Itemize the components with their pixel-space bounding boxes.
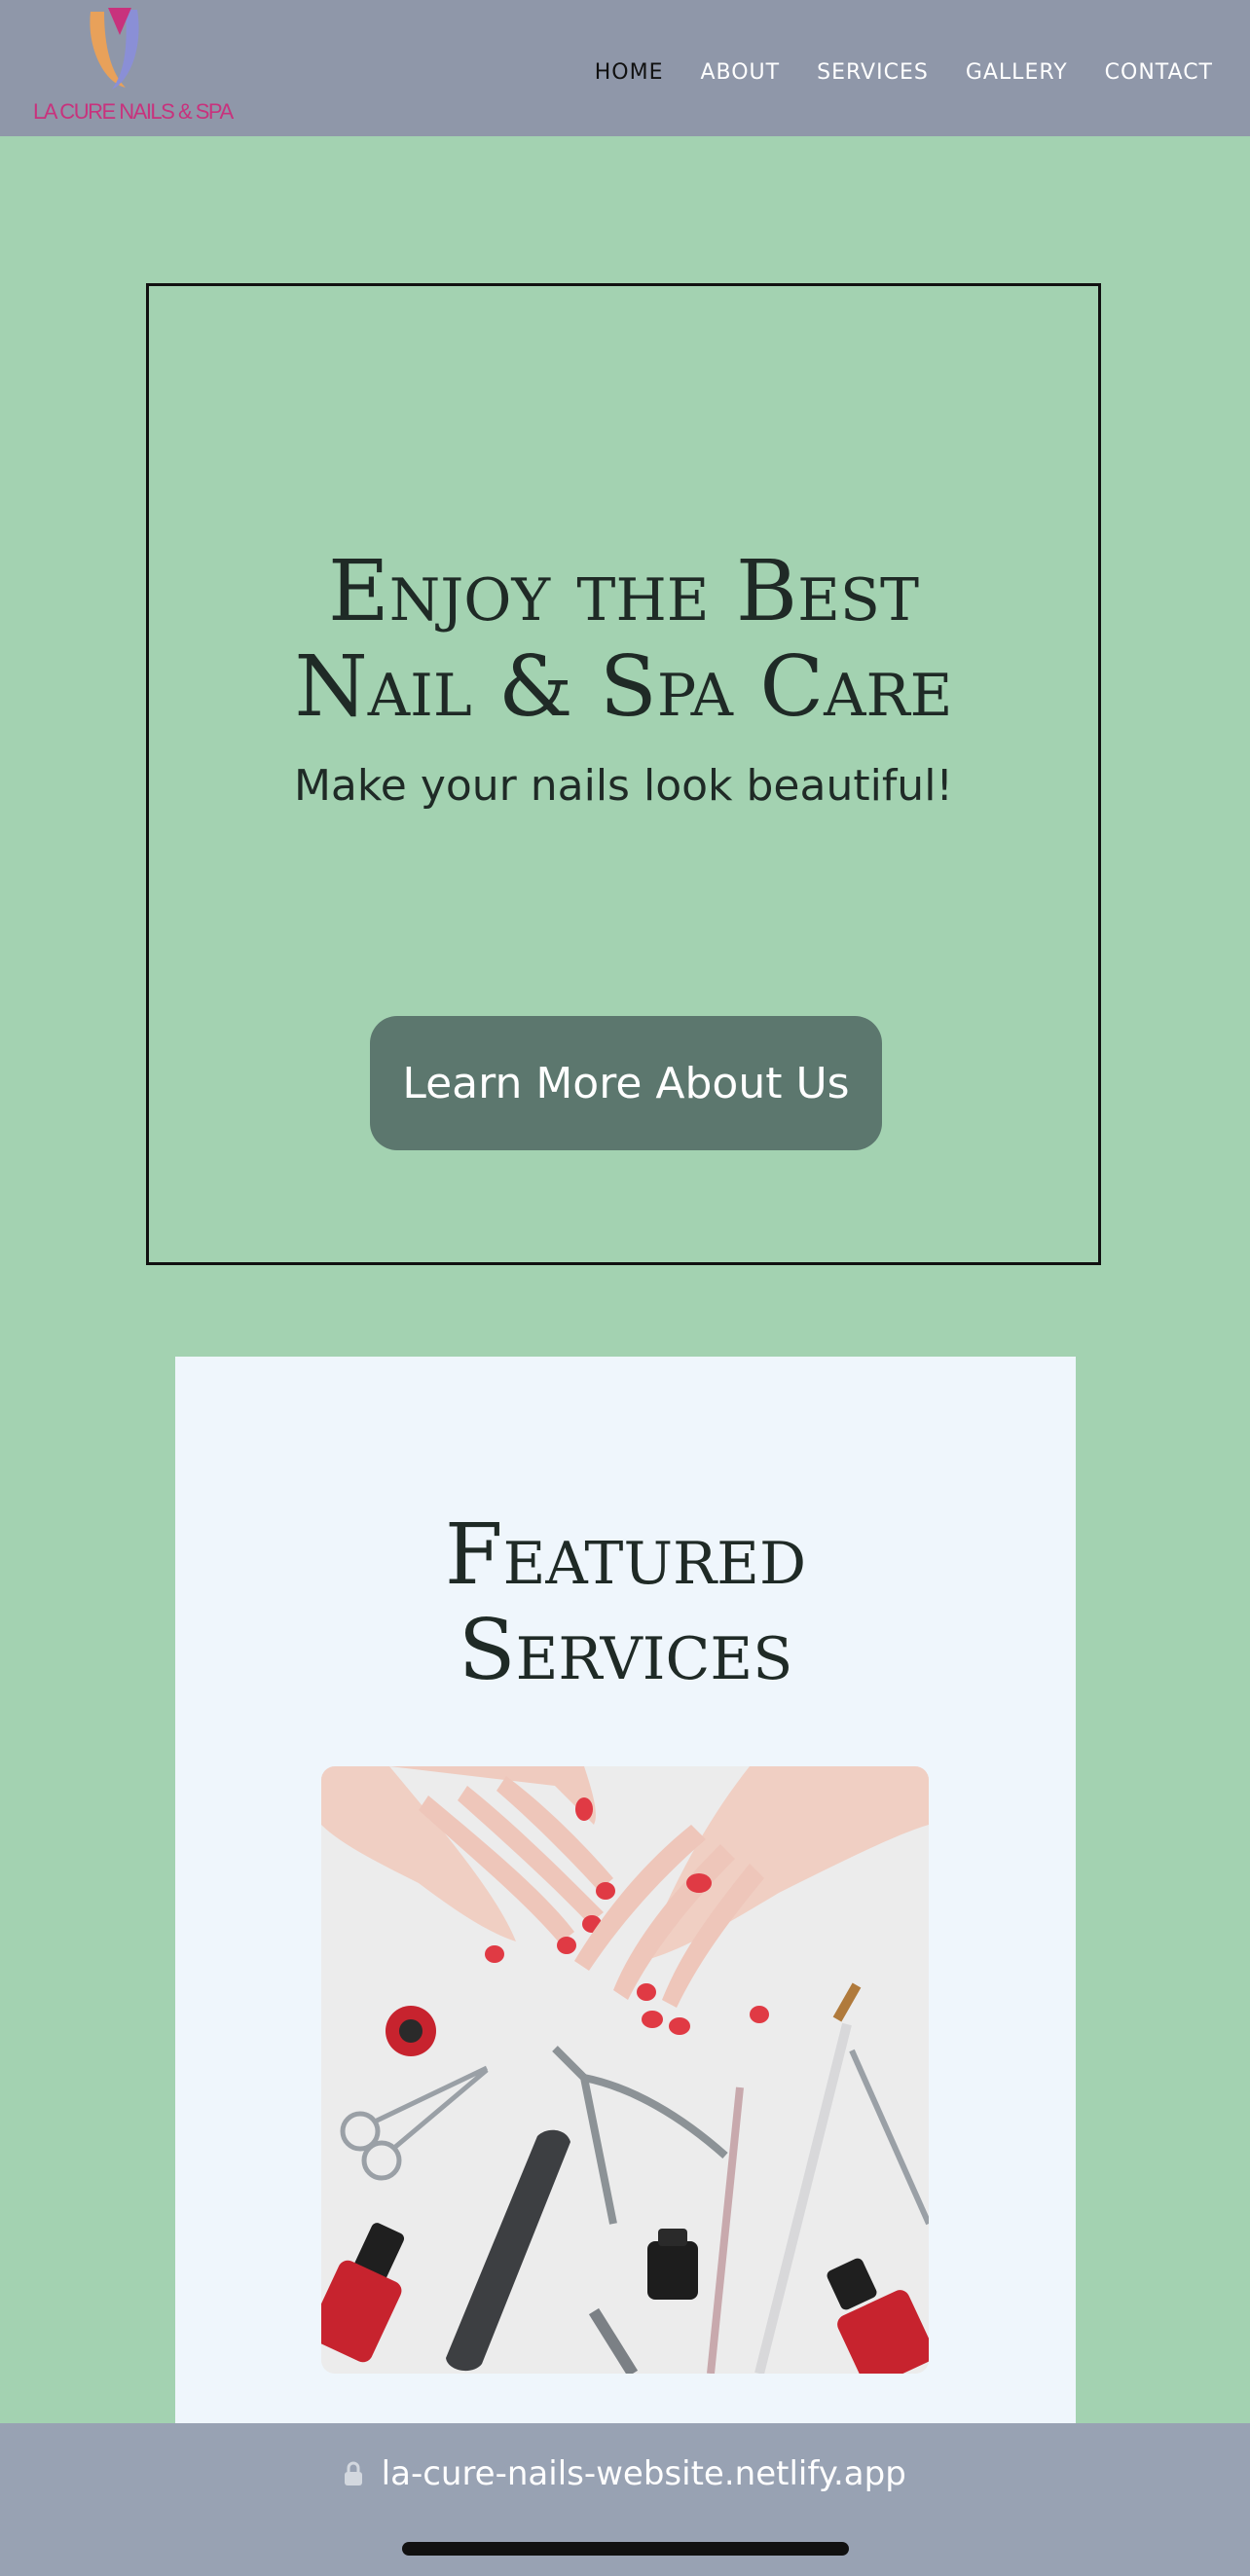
url-text: la-cure-nails-website.netlify.app [381, 2454, 906, 2493]
logo[interactable]: LA CURE NAILS & SPA [29, 6, 234, 130]
logo-text: LA CURE NAILS & SPA [33, 99, 234, 124]
logo-icon [90, 8, 139, 90]
featured-services-section: Featured Services [175, 1357, 1076, 2427]
nav-services[interactable]: SERVICES [817, 60, 929, 85]
site-header: LA CURE NAILS & SPA HOME ABOUT SERVICES … [0, 0, 1250, 136]
lock-icon [345, 2461, 363, 2485]
manicure-tools-photo [321, 1766, 929, 2374]
hero-title-line1: Enjoy the Best [327, 543, 920, 640]
hero-title: Enjoy the Best Nail & Spa Care [149, 544, 1098, 735]
hero-title-line2: Nail & Spa Care [294, 638, 953, 736]
main-nav: HOME ABOUT SERVICES GALLERY CONTACT [595, 60, 1213, 85]
nav-home[interactable]: HOME [595, 60, 664, 85]
hero-subtitle: Make your nails look beautiful! [293, 761, 954, 811]
featured-title-line2: Services [458, 1602, 793, 1699]
url-display[interactable]: la-cure-nails-website.netlify.app [0, 2454, 1250, 2493]
featured-title: Featured Services [175, 1507, 1076, 1698]
home-indicator[interactable] [402, 2542, 849, 2556]
learn-more-button[interactable]: Learn More About Us [370, 1016, 882, 1150]
featured-title-line1: Featured [444, 1506, 807, 1604]
browser-url-bar: la-cure-nails-website.netlify.app [0, 2423, 1250, 2576]
hero-section: Enjoy the Best Nail & Spa Care Make your… [146, 283, 1101, 1265]
nav-contact[interactable]: CONTACT [1105, 60, 1213, 85]
nav-gallery[interactable]: GALLERY [966, 60, 1068, 85]
nav-about[interactable]: ABOUT [700, 60, 780, 85]
